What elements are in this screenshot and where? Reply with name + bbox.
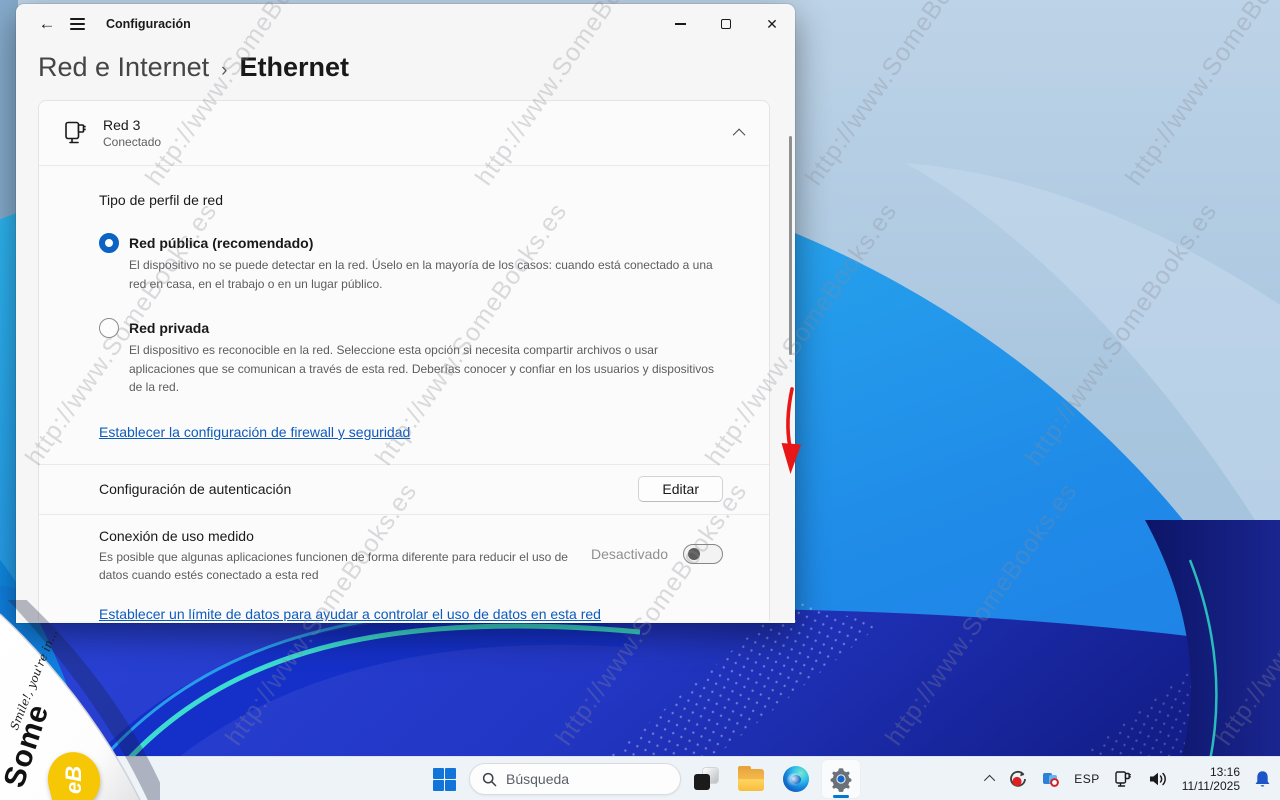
tray-overflow-chevron-icon[interactable] <box>984 775 995 786</box>
vertical-scrollbar[interactable] <box>789 136 792 355</box>
gear-icon <box>828 766 854 792</box>
nav-menu-button[interactable] <box>62 9 92 39</box>
language-indicator[interactable]: ESP <box>1074 772 1100 786</box>
firewall-settings-link[interactable]: Establecer la configuración de firewall … <box>99 424 410 440</box>
tray-date: 11/11/2025 <box>1182 779 1240 793</box>
search-icon <box>482 772 497 787</box>
radio-option-private[interactable]: Red privada El dispositivo es reconocibl… <box>99 317 723 397</box>
folder-icon <box>738 769 764 791</box>
radio-selected-icon[interactable] <box>99 233 119 253</box>
close-button[interactable]: ✕ <box>749 4 795 44</box>
authentication-row: Configuración de autenticación Editar <box>39 465 769 514</box>
task-view-button[interactable] <box>686 759 726 799</box>
red-down-arrow-annotation <box>777 386 807 478</box>
toggle-state-label: Desactivado <box>591 546 668 562</box>
start-button[interactable] <box>424 759 464 799</box>
profile-section-label: Tipo de perfil de red <box>99 192 723 208</box>
toggle-knob-icon <box>688 548 700 560</box>
hamburger-icon <box>70 18 85 30</box>
settings-window: ← Configuración ✕ Red e Internet › Ether… <box>16 4 795 623</box>
radio-option-public[interactable]: Red pública (recomendado) El dispositivo… <box>99 232 723 293</box>
breadcrumb-separator-icon: › <box>221 60 227 82</box>
metered-controls: Desactivado <box>591 544 723 564</box>
edge-browser-icon <box>783 766 809 792</box>
network-name: Red 3 <box>103 117 161 133</box>
recorder-tray-icon[interactable] <box>1008 769 1028 789</box>
minimize-icon <box>675 23 686 24</box>
metered-connection-row: Conexión de uso medido Es posible que al… <box>39 515 769 584</box>
radio-unselected-icon[interactable] <box>99 318 119 338</box>
active-app-indicator <box>833 795 849 798</box>
back-arrow-icon: ← <box>39 14 56 34</box>
taskbar: ESP 13:16 11/11/2025 <box>0 756 1280 800</box>
network-header-row[interactable]: Red 3 Conectado <box>39 101 769 165</box>
caption-buttons: ✕ <box>657 4 795 44</box>
edit-button[interactable]: Editar <box>638 476 723 502</box>
minimize-button[interactable] <box>657 4 703 44</box>
radio-public-description: El dispositivo no se puede detectar en l… <box>129 256 723 293</box>
maximize-icon <box>721 19 731 29</box>
breadcrumb: Red e Internet › Ethernet <box>16 44 795 83</box>
network-status: Conectado <box>103 135 161 149</box>
network-header-text: Red 3 Conectado <box>103 117 161 149</box>
metered-title: Conexión de uso medido <box>99 528 591 544</box>
taskbar-search[interactable] <box>469 763 681 795</box>
notification-bell-icon[interactable] <box>1253 769 1272 789</box>
breadcrumb-parent[interactable]: Red e Internet <box>38 52 209 83</box>
window-title: Configuración <box>106 17 191 31</box>
page-title: Ethernet <box>239 52 349 83</box>
chevron-up-icon[interactable] <box>733 128 746 141</box>
metered-text: Conexión de uso medido Es posible que al… <box>99 528 591 584</box>
settings-app-button[interactable] <box>821 759 861 799</box>
radio-private-label: Red privada <box>129 320 723 336</box>
network-profile-section: Tipo de perfil de red Red pública (recom… <box>39 166 769 464</box>
ethernet-card: Red 3 Conectado Tipo de perfil de red Re… <box>38 100 770 621</box>
data-limit-link[interactable]: Establecer un límite de datos para ayuda… <box>99 606 601 621</box>
radio-public-label: Red pública (recomendado) <box>129 235 723 251</box>
radio-private-description: El dispositivo es reconocible en la red.… <box>129 341 723 397</box>
system-tray: ESP 13:16 11/11/2025 <box>987 757 1272 800</box>
tray-time: 13:16 <box>1182 765 1240 779</box>
edge-button[interactable] <box>776 759 816 799</box>
back-button[interactable]: ← <box>32 9 62 39</box>
taskbar-app-icons <box>424 757 861 800</box>
search-input[interactable] <box>506 771 666 787</box>
volume-tray-icon[interactable] <box>1147 769 1169 789</box>
network-tray-icon[interactable] <box>1113 769 1134 789</box>
metered-description: Es posible que algunas aplicaciones func… <box>99 548 591 584</box>
metered-toggle[interactable] <box>683 544 723 564</box>
authentication-label: Configuración de autenticación <box>99 481 638 497</box>
task-view-icon <box>694 767 718 791</box>
ethernet-adapter-icon <box>61 118 91 148</box>
close-icon: ✕ <box>766 16 778 33</box>
maximize-button[interactable] <box>703 4 749 44</box>
titlebar: ← Configuración ✕ <box>16 4 795 44</box>
vm-tray-icon[interactable] <box>1041 769 1061 789</box>
file-explorer-button[interactable] <box>731 759 771 799</box>
desktop-screen: ← Configuración ✕ Red e Internet › Ether… <box>0 0 1280 800</box>
windows-start-icon <box>433 768 456 791</box>
taskbar-clock[interactable]: 13:16 11/11/2025 <box>1182 765 1240 793</box>
